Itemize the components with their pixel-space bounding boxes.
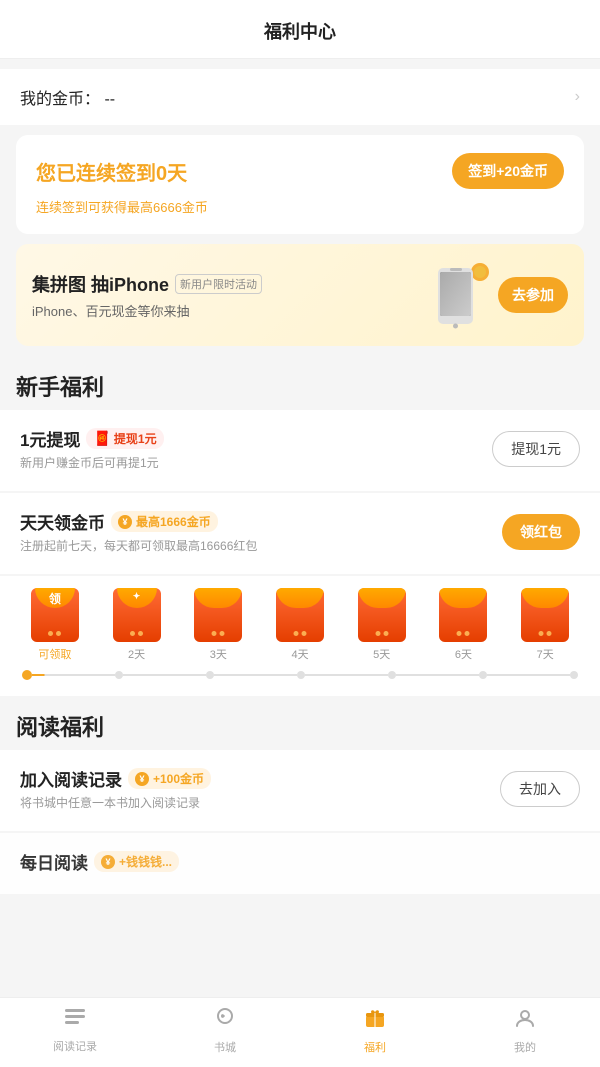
benefit-sub-daily: 注册起前七天，每天都可领取最高16666红包 [20,537,257,554]
benefit-badge-daily-read: ¥ +钱钱钱... [94,851,179,872]
prize-title-row: 集拼图 抽iPhone 新用户限时活动 [32,271,262,297]
signin-button[interactable]: 签到+20金币 [452,153,564,189]
packet-ling-label: 领 [49,590,61,607]
coins-label: 我的金币： -- [20,85,115,109]
nav-label-bookstore: 书城 [214,1039,236,1055]
packet-day5[interactable]: 5天 [343,588,421,662]
nav-label-reading-history: 阅读记录 [53,1038,97,1054]
coins-row[interactable]: 我的金币： -- › [0,69,600,125]
benefit-sub-reading: 将书城中任意一本书加入阅读记录 [20,794,211,811]
benefit-title-row-cash: 1元提现 🧧 提现1元 [20,426,164,451]
daily-action-button[interactable]: 领红包 [502,514,580,550]
coins-chevron-icon: › [575,88,580,106]
benefit-item-reading: 加入阅读记录 ¥ +100金币 将书城中任意一本书加入阅读记录 去加入 [0,750,600,831]
nav-item-welfare[interactable]: 福利 [300,1006,450,1055]
packet-shape-1: 领 [31,588,79,642]
packet-day3[interactable]: 3天 [179,588,257,662]
prize-banner[interactable]: 集拼图 抽iPhone 新用户限时活动 iPhone、百元现金等你来抽 [16,244,584,346]
nav-item-bookstore[interactable]: 书城 [150,1006,300,1055]
progress-dots [16,670,584,680]
benefit-item-daily-read: 每日阅读 ¥ +钱钱钱... [0,833,600,894]
nav-item-reading-history[interactable]: 阅读记录 [0,1007,150,1054]
newbie-section-title: 新手福利 [0,356,600,410]
packet-day2-label: 2天 [128,646,145,662]
packet-day7[interactable]: 7天 [506,588,584,662]
prize-main-title: 集拼图 抽iPhone [32,271,169,297]
benefit-left-reading: 加入阅读记录 ¥ +100金币 将书城中任意一本书加入阅读记录 [20,766,211,811]
packet-day5-label: 5天 [373,646,390,662]
nav-label-welfare: 福利 [364,1039,386,1055]
prize-tag: 新用户限时活动 [175,274,262,294]
packet-day6[interactable]: 6天 [425,588,503,662]
benefit-row-daily-read: 每日阅读 ¥ +钱钱钱... [20,849,580,874]
prize-left: 集拼图 抽iPhone 新用户限时活动 iPhone、百元现金等你来抽 [32,271,262,320]
packet-day3-label: 3天 [210,646,227,662]
signin-sub: 连续签到可获得最高6666金币 [36,197,564,216]
benefit-title-row-reading: 加入阅读记录 ¥ +100金币 [20,766,211,791]
packets-container: 领 可领取 ✦ [16,588,584,662]
nav-label-mine: 我的 [514,1039,536,1055]
reading-history-icon [63,1007,87,1035]
coin-icon-daily: ¥ [118,515,132,529]
benefit-left-daily-read: 每日阅读 ¥ +钱钱钱... [20,849,179,874]
iphone-image [430,260,490,330]
benefit-row-reading: 加入阅读记录 ¥ +100金币 将书城中任意一本书加入阅读记录 去加入 [20,766,580,811]
reading-section-title: 阅读福利 [0,696,600,750]
benefit-title-daily-read: 每日阅读 [20,849,88,874]
page-title: 福利中心 [264,22,336,42]
packet-day4-label: 4天 [291,646,308,662]
content-scroll: 我的金币： -- › 您已连续签到0天 签到+20金币 连续签到可获得最高666… [0,59,600,1067]
signin-title: 您已连续签到0天 [36,157,187,186]
benefit-row-daily: 天天领金币 ¥ 最高1666金币 注册起前七天，每天都可领取最高16666红包 … [20,509,580,554]
benefit-title-cash: 1元提现 [20,426,80,451]
header: 福利中心 [0,0,600,59]
page-wrapper: 福利中心 我的金币： -- › 您已连续签到0天 签到+20金币 连续签到可获得… [0,0,600,1067]
signin-card: 您已连续签到0天 签到+20金币 连续签到可获得最高6666金币 [16,135,584,234]
benefit-title-row-daily: 天天领金币 ¥ 最高1666金币 [20,509,257,534]
signin-top: 您已连续签到0天 签到+20金币 [36,153,564,189]
benefit-left-cash: 1元提现 🧧 提现1元 新用户赚金币后可再提1元 [20,426,164,471]
benefit-title-row-daily-read: 每日阅读 ¥ +钱钱钱... [20,849,179,874]
coin-icon-daily-read: ¥ [101,855,115,869]
prize-sub: iPhone、百元现金等你来抽 [32,301,262,320]
benefit-row-cash: 1元提现 🧧 提现1元 新用户赚金币后可再提1元 提现1元 [20,426,580,471]
bottom-nav: 阅读记录 书城 福利 [0,997,600,1067]
redpacket-section: 领 可领取 ✦ [0,576,600,696]
benefit-left-daily: 天天领金币 ¥ 最高1666金币 注册起前七天，每天都可领取最高16666红包 [20,509,257,554]
bookstore-icon [213,1006,237,1036]
prize-right: 去参加 [430,260,568,330]
cash-action-button[interactable]: 提现1元 [492,431,580,467]
coin-icon-reading: ¥ [135,772,149,786]
benefit-title-reading: 加入阅读记录 [20,766,122,791]
reading-action-button[interactable]: 去加入 [500,771,580,807]
nav-item-mine[interactable]: 我的 [450,1006,600,1055]
welfare-icon [363,1006,387,1036]
packet-day2[interactable]: ✦ 2天 [98,588,176,662]
benefit-title-daily: 天天领金币 [20,509,105,534]
benefit-item-daily: 天天领金币 ¥ 最高1666金币 注册起前七天，每天都可领取最高16666红包 … [0,493,600,574]
benefit-badge-daily: ¥ 最高1666金币 [111,511,218,532]
prize-join-button[interactable]: 去参加 [498,277,568,313]
packet-day1[interactable]: 领 可领取 [16,588,94,662]
packet-day1-label: 可领取 [38,646,71,662]
mine-icon [513,1006,537,1036]
benefit-badge-cash: 🧧 提现1元 [86,428,163,449]
benefit-sub-cash: 新用户赚金币后可再提1元 [20,454,164,471]
packet-day4[interactable]: 4天 [261,588,339,662]
benefit-item-cash: 1元提现 🧧 提现1元 新用户赚金币后可再提1元 提现1元 [0,410,600,491]
benefit-badge-reading: ¥ +100金币 [128,768,211,789]
packet-day6-label: 6天 [455,646,472,662]
packet-day7-label: 7天 [537,646,554,662]
